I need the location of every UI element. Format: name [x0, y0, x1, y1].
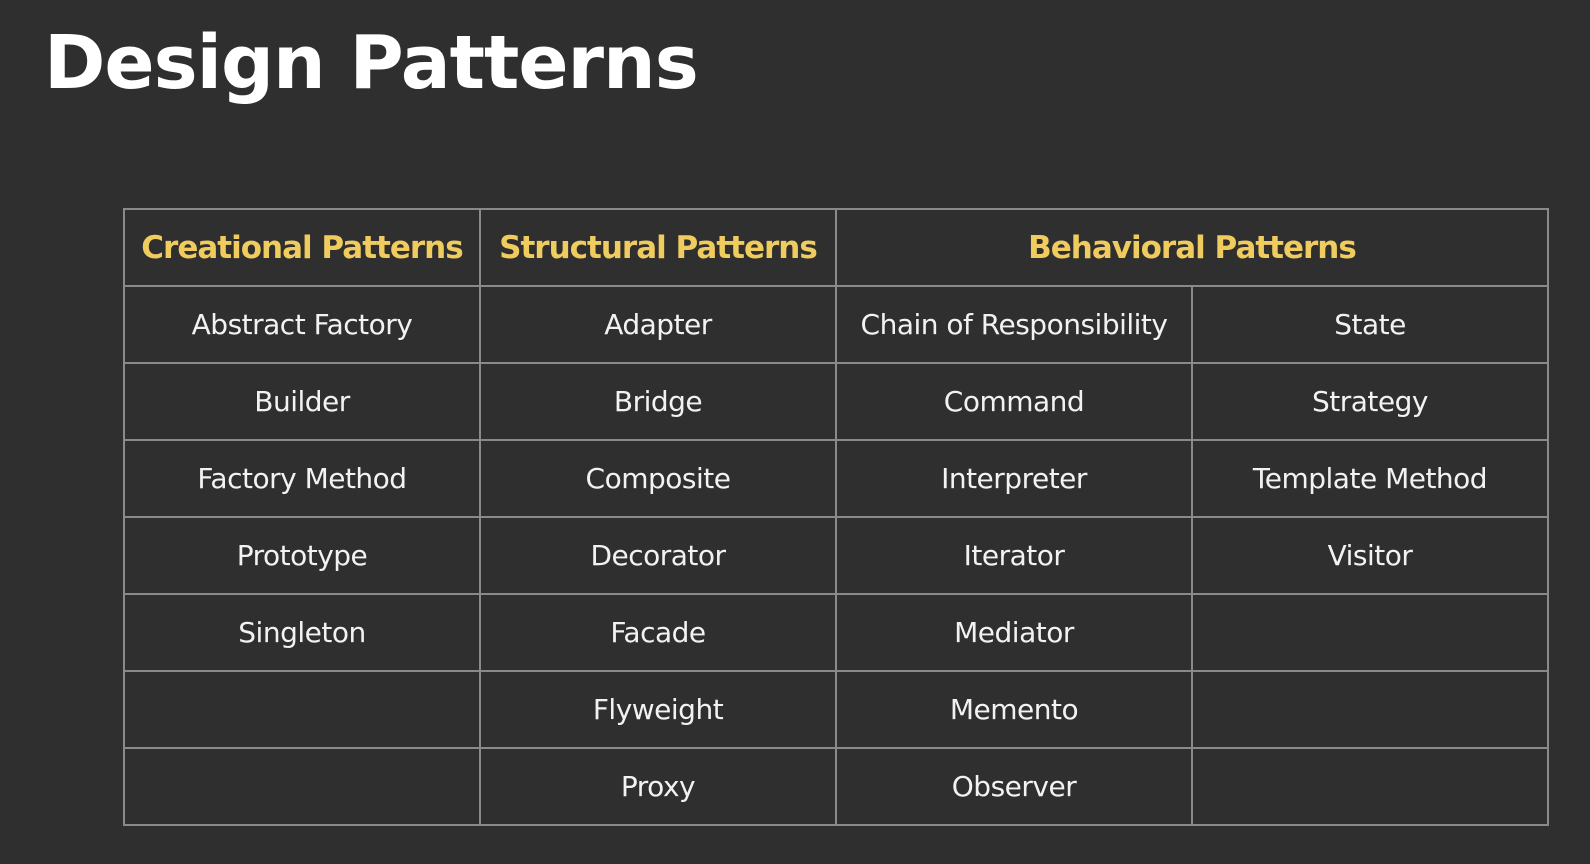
- behavioral-cell: Strategy: [1191, 362, 1549, 441]
- empty-cell: [1191, 593, 1549, 672]
- table-row: Builder Bridge Command Strategy: [123, 362, 1549, 441]
- structural-cell: Facade: [479, 593, 837, 672]
- empty-cell: [123, 747, 481, 826]
- empty-cell: [123, 670, 481, 749]
- behavioral-cell: Template Method: [1191, 439, 1549, 518]
- page-title: Design Patterns: [44, 20, 699, 106]
- empty-cell: [1191, 670, 1549, 749]
- behavioral-cell: Memento: [835, 670, 1193, 749]
- structural-cell: Composite: [479, 439, 837, 518]
- behavioral-cell: Interpreter: [835, 439, 1193, 518]
- structural-cell: Bridge: [479, 362, 837, 441]
- empty-cell: [1191, 747, 1549, 826]
- behavioral-cell: State: [1191, 285, 1549, 364]
- creational-cell: Prototype: [123, 516, 481, 595]
- design-patterns-table: Creational Patterns Structural Patterns …: [123, 208, 1549, 826]
- behavioral-cell: Chain of Responsibility: [835, 285, 1193, 364]
- header-behavioral: Behavioral Patterns: [835, 208, 1549, 287]
- behavioral-cell: Mediator: [835, 593, 1193, 672]
- header-row: Creational Patterns Structural Patterns …: [123, 208, 1549, 287]
- creational-cell: Factory Method: [123, 439, 481, 518]
- structural-cell: Flyweight: [479, 670, 837, 749]
- behavioral-cell: Visitor: [1191, 516, 1549, 595]
- table-row: Factory Method Composite Interpreter Tem…: [123, 439, 1549, 518]
- structural-cell: Proxy: [479, 747, 837, 826]
- header-creational: Creational Patterns: [123, 208, 481, 287]
- behavioral-cell: Command: [835, 362, 1193, 441]
- behavioral-cell: Iterator: [835, 516, 1193, 595]
- table-row: Prototype Decorator Iterator Visitor: [123, 516, 1549, 595]
- structural-cell: Adapter: [479, 285, 837, 364]
- table-row: Abstract Factory Adapter Chain of Respon…: [123, 285, 1549, 364]
- creational-cell: Abstract Factory: [123, 285, 481, 364]
- behavioral-cell: Observer: [835, 747, 1193, 826]
- header-structural: Structural Patterns: [479, 208, 837, 287]
- table-row: Singleton Facade Mediator: [123, 593, 1549, 672]
- creational-cell: Builder: [123, 362, 481, 441]
- table-row: Proxy Observer: [123, 747, 1549, 826]
- creational-cell: Singleton: [123, 593, 481, 672]
- structural-cell: Decorator: [479, 516, 837, 595]
- table-row: Flyweight Memento: [123, 670, 1549, 749]
